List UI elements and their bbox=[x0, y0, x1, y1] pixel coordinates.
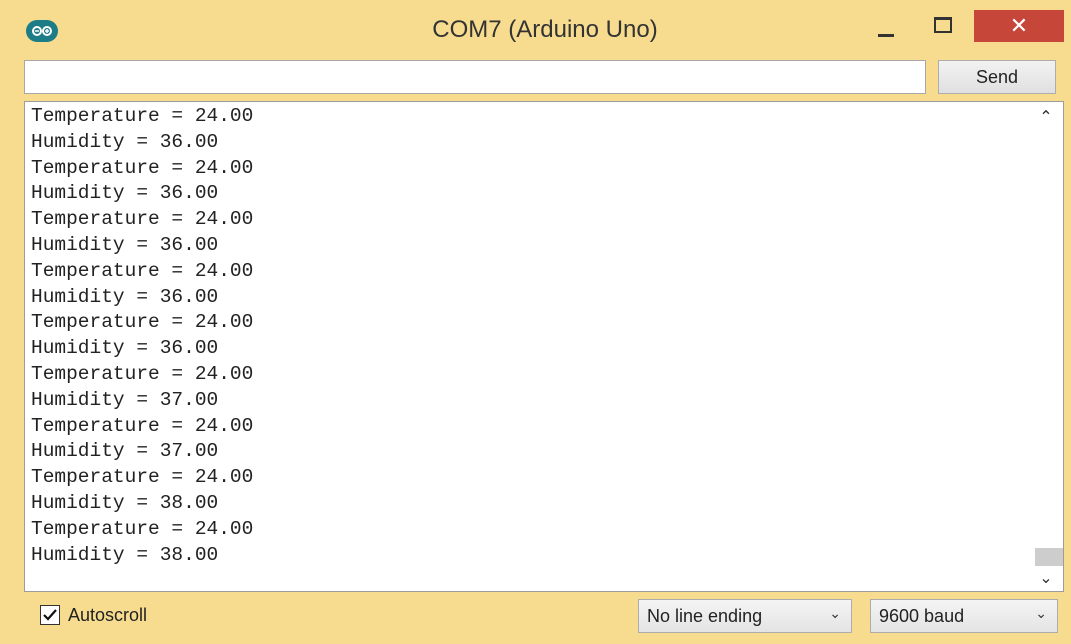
output-line: Humidity = 37.00 bbox=[31, 388, 219, 411]
output-line: Temperature = 24.00 bbox=[31, 156, 254, 179]
output-line: Temperature = 24.00 bbox=[31, 362, 254, 385]
send-row: Send bbox=[24, 60, 1064, 98]
output-line: Humidity = 38.00 bbox=[31, 491, 219, 514]
line-ending-value: No line ending bbox=[647, 605, 763, 626]
bottom-bar: Autoscroll No line ending ⌄ 9600 baud ⌄ bbox=[24, 598, 1064, 638]
minimize-button[interactable] bbox=[864, 10, 908, 42]
output-line: Humidity = 36.00 bbox=[31, 233, 219, 256]
maximize-button[interactable] bbox=[920, 10, 964, 42]
baud-rate-select[interactable]: 9600 baud ⌄ bbox=[870, 599, 1058, 633]
chevron-down-icon: ⌄ bbox=[829, 606, 841, 622]
autoscroll-label: Autoscroll bbox=[68, 604, 148, 625]
output-line: Temperature = 24.00 bbox=[31, 105, 254, 127]
output-line: Humidity = 36.00 bbox=[31, 182, 219, 205]
vertical-scrollbar[interactable]: ⌃ ⌄ bbox=[1029, 102, 1063, 591]
output-line: Humidity = 37.00 bbox=[31, 440, 219, 463]
minimize-icon bbox=[878, 34, 894, 37]
send-button[interactable]: Send bbox=[938, 60, 1056, 94]
baud-rate-value: 9600 baud bbox=[879, 605, 965, 626]
serial-monitor-window: COM7 (Arduino Uno) ✕ Send Temperature = … bbox=[0, 0, 1071, 644]
title-bar[interactable]: COM7 (Arduino Uno) ✕ bbox=[0, 0, 1071, 58]
serial-input[interactable] bbox=[24, 60, 926, 94]
output-line: Temperature = 24.00 bbox=[31, 311, 254, 334]
checkmark-icon bbox=[43, 609, 57, 621]
output-line: Temperature = 24.00 bbox=[31, 414, 254, 437]
close-icon: ✕ bbox=[1009, 13, 1029, 39]
maximize-icon bbox=[934, 17, 952, 33]
output-line: Humidity = 36.00 bbox=[31, 130, 219, 153]
output-line: Temperature = 24.00 bbox=[31, 517, 254, 540]
serial-output[interactable]: Temperature = 24.00 Humidity = 36.00 Tempe… bbox=[24, 101, 1064, 592]
autoscroll-toggle[interactable]: Autoscroll bbox=[40, 604, 147, 626]
output-line: Humidity = 36.00 bbox=[31, 337, 219, 360]
output-line: Temperature = 24.00 bbox=[31, 466, 254, 489]
chevron-down-icon: ⌄ bbox=[1035, 606, 1047, 622]
scroll-thumb[interactable] bbox=[1035, 548, 1063, 566]
output-line: Humidity = 36.00 bbox=[31, 285, 219, 308]
output-lines: Temperature = 24.00 Humidity = 36.00 Tempe… bbox=[31, 104, 1021, 568]
window-title: COM7 (Arduino Uno) bbox=[432, 16, 658, 43]
output-line: Humidity = 38.00 bbox=[31, 543, 219, 566]
output-line: Temperature = 24.00 bbox=[31, 208, 254, 231]
chevron-up-icon[interactable]: ⌃ bbox=[1029, 104, 1063, 128]
close-button[interactable]: ✕ bbox=[974, 10, 1064, 42]
autoscroll-checkbox[interactable] bbox=[40, 605, 60, 625]
output-line: Temperature = 24.00 bbox=[31, 259, 254, 282]
line-ending-select[interactable]: No line ending ⌄ bbox=[638, 599, 852, 633]
chevron-down-icon[interactable]: ⌄ bbox=[1029, 565, 1063, 589]
